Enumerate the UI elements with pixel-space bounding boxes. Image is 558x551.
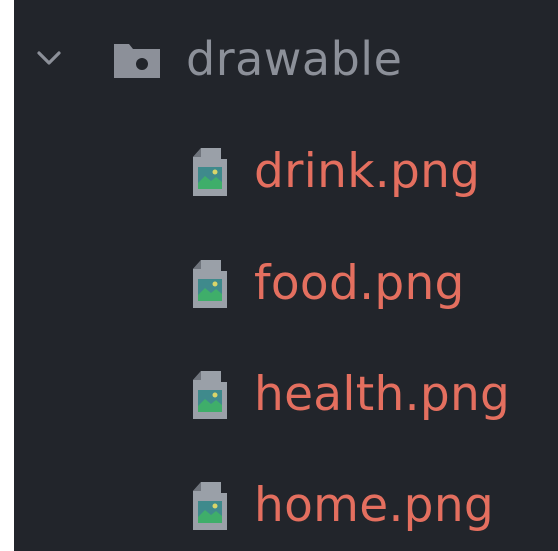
tree-folder-drawable[interactable]: drawable	[14, 9, 558, 109]
file-name: home.png	[254, 478, 495, 533]
tree-file-item[interactable]: home.png	[14, 456, 558, 551]
tree-file-item[interactable]: drink.png	[14, 122, 558, 222]
file-name: food.png	[254, 256, 465, 311]
chevron-down-icon[interactable]	[34, 46, 64, 70]
tree-file-item[interactable]: health.png	[14, 345, 558, 445]
folder-name: drawable	[186, 32, 403, 86]
project-tree-panel: drawable drink.png food.png health.png h…	[14, 0, 558, 551]
file-name: health.png	[254, 367, 511, 422]
folder-icon	[114, 44, 160, 78]
file-name: drink.png	[254, 144, 481, 199]
tree-file-item[interactable]: food.png	[14, 234, 558, 334]
image-file-icon	[193, 482, 227, 530]
image-file-icon	[193, 148, 227, 196]
image-file-icon	[193, 260, 227, 308]
image-file-icon	[193, 371, 227, 419]
